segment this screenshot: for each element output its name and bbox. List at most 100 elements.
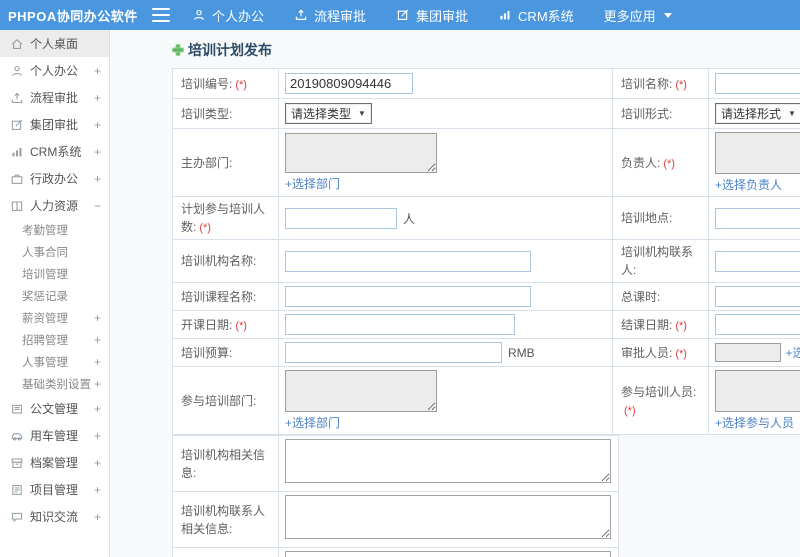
edit-icon <box>396 8 410 22</box>
label-leader: 负责人: <box>621 155 661 170</box>
select-arrow-icon: ▼ <box>788 109 796 118</box>
org-contact-input[interactable] <box>715 250 800 272</box>
label-course-name: 培训课程名称: <box>181 289 257 304</box>
required-mark: (*) <box>199 222 211 234</box>
sidebar-item-workflow-approval[interactable]: 流程审批 + <box>0 84 109 111</box>
sidebar-subitem-hr-contract[interactable]: 人事合同 <box>0 241 109 263</box>
sidebar-item-crm[interactable]: CRM系统 + <box>0 138 109 165</box>
caret-down-icon <box>663 12 672 18</box>
sidebar-subitem-rewards[interactable]: 奖惩记录 <box>0 285 109 307</box>
start-date-input[interactable] <box>285 314 515 335</box>
sidebar-subitem-training[interactable]: 培训管理 <box>0 263 109 285</box>
menu-icon[interactable] <box>152 8 170 22</box>
nav-personal-office[interactable]: 个人办公 <box>192 6 264 25</box>
user-icon <box>10 64 24 78</box>
train-form-select[interactable]: 请选择形式 ▼ <box>715 103 800 124</box>
org-info-textarea[interactable] <box>285 439 611 483</box>
required-mark: (*) <box>235 319 247 332</box>
approver-input[interactable] <box>715 343 781 362</box>
join-people-textarea[interactable] <box>715 370 800 412</box>
label-total-hours: 总课时: <box>621 289 661 304</box>
nav-group-approval[interactable]: 集团审批 <box>396 6 468 25</box>
required-mark: (*) <box>663 157 675 170</box>
nav-more-apps[interactable]: 更多应用 <box>604 6 672 25</box>
top-navigation: 个人办公 流程审批 集团审批 CRM系统 更多应用 <box>192 6 672 25</box>
sidebar-subitem-personnel[interactable]: 人事管理 + <box>0 351 109 373</box>
label-approver: 审批人员: <box>621 345 673 360</box>
upload-icon <box>294 8 308 22</box>
label-location: 培训地点: <box>621 211 673 225</box>
sidebar-item-personal-office[interactable]: 个人办公 + <box>0 57 109 84</box>
label-start-date: 开课日期: <box>181 317 233 332</box>
unit-person: 人 <box>403 211 416 226</box>
label-host-dept: 主办部门: <box>181 155 233 170</box>
sidebar-item-hr[interactable]: 人力资源 − <box>0 192 109 219</box>
car-icon <box>10 429 24 443</box>
choose-approver-link[interactable]: +选择审批人员 <box>785 344 800 361</box>
upload-icon <box>10 91 24 105</box>
train-type-select[interactable]: 请选择类型 ▼ <box>285 103 372 124</box>
sidebar-item-personal-desktop[interactable]: 个人桌面 <box>0 30 109 57</box>
sidebar-item-group-approval[interactable]: 集团审批 + <box>0 111 109 138</box>
required-mark: (*) <box>675 78 687 91</box>
end-date-input[interactable] <box>715 314 800 335</box>
page-title: 培训计划发布 <box>172 30 800 68</box>
label-join-depts: 参与培训部门: <box>181 393 257 408</box>
requirement-textarea[interactable] <box>285 551 611 557</box>
label-train-form: 培训形式: <box>621 106 673 121</box>
org-contact-info-textarea[interactable] <box>285 495 611 539</box>
label-org-info: 培训机构相关信息: <box>181 447 266 480</box>
total-hours-input[interactable] <box>715 286 800 307</box>
training-plan-form: 培训编号:(*) 培训名称:(*) 培训类型: 请选择类型▼ 培训形式: 请选择… <box>172 68 800 557</box>
choose-join-people-link[interactable]: +选择参与人员 <box>715 414 794 431</box>
course-name-input[interactable] <box>285 286 531 307</box>
sidebar-subitem-salary[interactable]: 薪资管理 + <box>0 307 109 329</box>
add-plus-icon <box>172 44 184 56</box>
label-org-contact: 培训机构联系人: <box>621 245 694 277</box>
sidebar-item-vehicle[interactable]: 用车管理 + <box>0 422 109 449</box>
join-depts-textarea[interactable] <box>285 370 437 412</box>
label-train-no: 培训编号: <box>181 76 233 91</box>
train-name-input[interactable] <box>715 73 800 94</box>
sidebar-subitem-recruitment[interactable]: 招聘管理 + <box>0 329 109 351</box>
sidebar-item-knowledge[interactable]: 知识交流 + <box>0 503 109 530</box>
label-plan-count: 计划参与培训人数: <box>181 202 266 234</box>
required-mark: (*) <box>624 404 636 417</box>
plan-count-input[interactable] <box>285 207 397 229</box>
choose-join-dept-link[interactable]: +选择部门 <box>285 414 340 431</box>
choose-leader-link[interactable]: +选择负责人 <box>715 176 782 193</box>
sidebar-item-archive[interactable]: 档案管理 + <box>0 449 109 476</box>
org-name-input[interactable] <box>285 250 531 272</box>
required-mark: (*) <box>675 319 687 332</box>
briefcase-icon <box>10 172 24 186</box>
sidebar-subitem-attendance[interactable]: 考勤管理 <box>0 219 109 241</box>
book-icon <box>10 199 24 213</box>
label-end-date: 结课日期: <box>621 317 673 332</box>
sidebar-item-document[interactable]: 公文管理 + <box>0 395 109 422</box>
sidebar-subitem-base-category[interactable]: 基础类别设置 + <box>0 373 109 395</box>
app-logo: PHPOA协同办公软件 <box>8 8 138 24</box>
clipboard-icon <box>10 483 24 497</box>
unit-currency: RMB <box>508 346 535 360</box>
nav-crm[interactable]: CRM系统 <box>498 6 574 25</box>
main-content: 培训计划发布 培训编号:(*) 培训名称:(*) 培训类型: 请选择类型▼ 培训… <box>111 30 800 557</box>
required-mark: (*) <box>675 347 687 360</box>
label-train-name: 培训名称: <box>621 76 673 91</box>
label-join-people: 参与培训人员: <box>621 384 697 399</box>
location-input[interactable] <box>715 207 800 229</box>
nav-workflow-approval[interactable]: 流程审批 <box>294 6 366 25</box>
leader-textarea[interactable] <box>715 132 800 174</box>
sidebar-item-project[interactable]: 项目管理 + <box>0 476 109 503</box>
label-budget: 培训预算: <box>181 345 233 360</box>
home-icon <box>10 37 24 51</box>
train-no-input[interactable] <box>285 73 413 94</box>
sidebar: 个人桌面 个人办公 + 流程审批 + 集团审批 + CRM系统 + 行政办公 +… <box>0 30 110 557</box>
edit-icon <box>10 118 24 132</box>
sidebar-item-admin-office[interactable]: 行政办公 + <box>0 165 109 192</box>
host-dept-textarea[interactable] <box>285 133 437 173</box>
label-train-type: 培训类型: <box>181 106 233 121</box>
chart-icon <box>10 145 24 159</box>
budget-input[interactable] <box>285 342 502 363</box>
chat-icon <box>10 510 24 524</box>
choose-dept-link[interactable]: +选择部门 <box>285 175 340 192</box>
